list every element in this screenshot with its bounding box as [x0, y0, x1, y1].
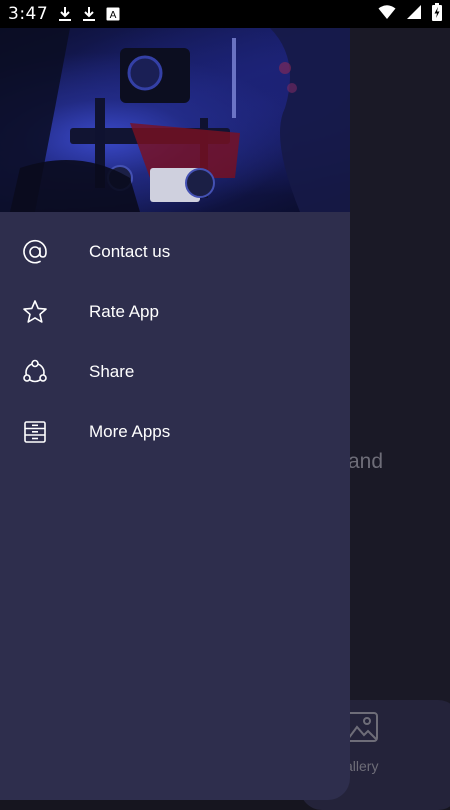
menu-item-label: More Apps — [89, 422, 171, 441]
battery-charging-icon — [432, 2, 442, 26]
drawer-header-image — [0, 28, 350, 212]
status-time: 3:47 — [8, 4, 49, 24]
menu-item-rate-app[interactable]: Rate App — [0, 282, 350, 342]
menu-item-more-apps[interactable]: More Apps — [0, 402, 350, 462]
signal-icon — [406, 4, 422, 25]
menu-item-share[interactable]: Share — [0, 342, 350, 402]
download-icon — [58, 6, 72, 22]
svg-text:A: A — [110, 10, 117, 21]
share-icon — [20, 357, 50, 387]
download-icon — [82, 6, 96, 22]
menu-item-label: Contact us — [89, 242, 171, 261]
status-right-icons — [378, 0, 442, 28]
archive-icon — [20, 417, 50, 447]
camera-rig-image — [0, 28, 350, 212]
menu-item-label: Rate App — [89, 302, 159, 321]
background-partial-text: and — [348, 450, 384, 473]
wifi-icon — [378, 4, 396, 25]
status-bar: 3:47 A — [0, 0, 450, 28]
background-nav-label[interactable]: allery — [345, 758, 378, 774]
keyboard-icon: A — [106, 7, 120, 21]
drawer-menu: Contact us Rate App Share More Apps — [0, 222, 350, 462]
navigation-drawer: Contact us Rate App Share More Apps — [0, 28, 350, 800]
gallery-icon[interactable] — [345, 710, 379, 748]
star-icon — [20, 297, 50, 327]
menu-item-label: Share — [89, 362, 135, 381]
at-icon — [20, 237, 50, 267]
menu-item-contact-us[interactable]: Contact us — [0, 222, 350, 282]
